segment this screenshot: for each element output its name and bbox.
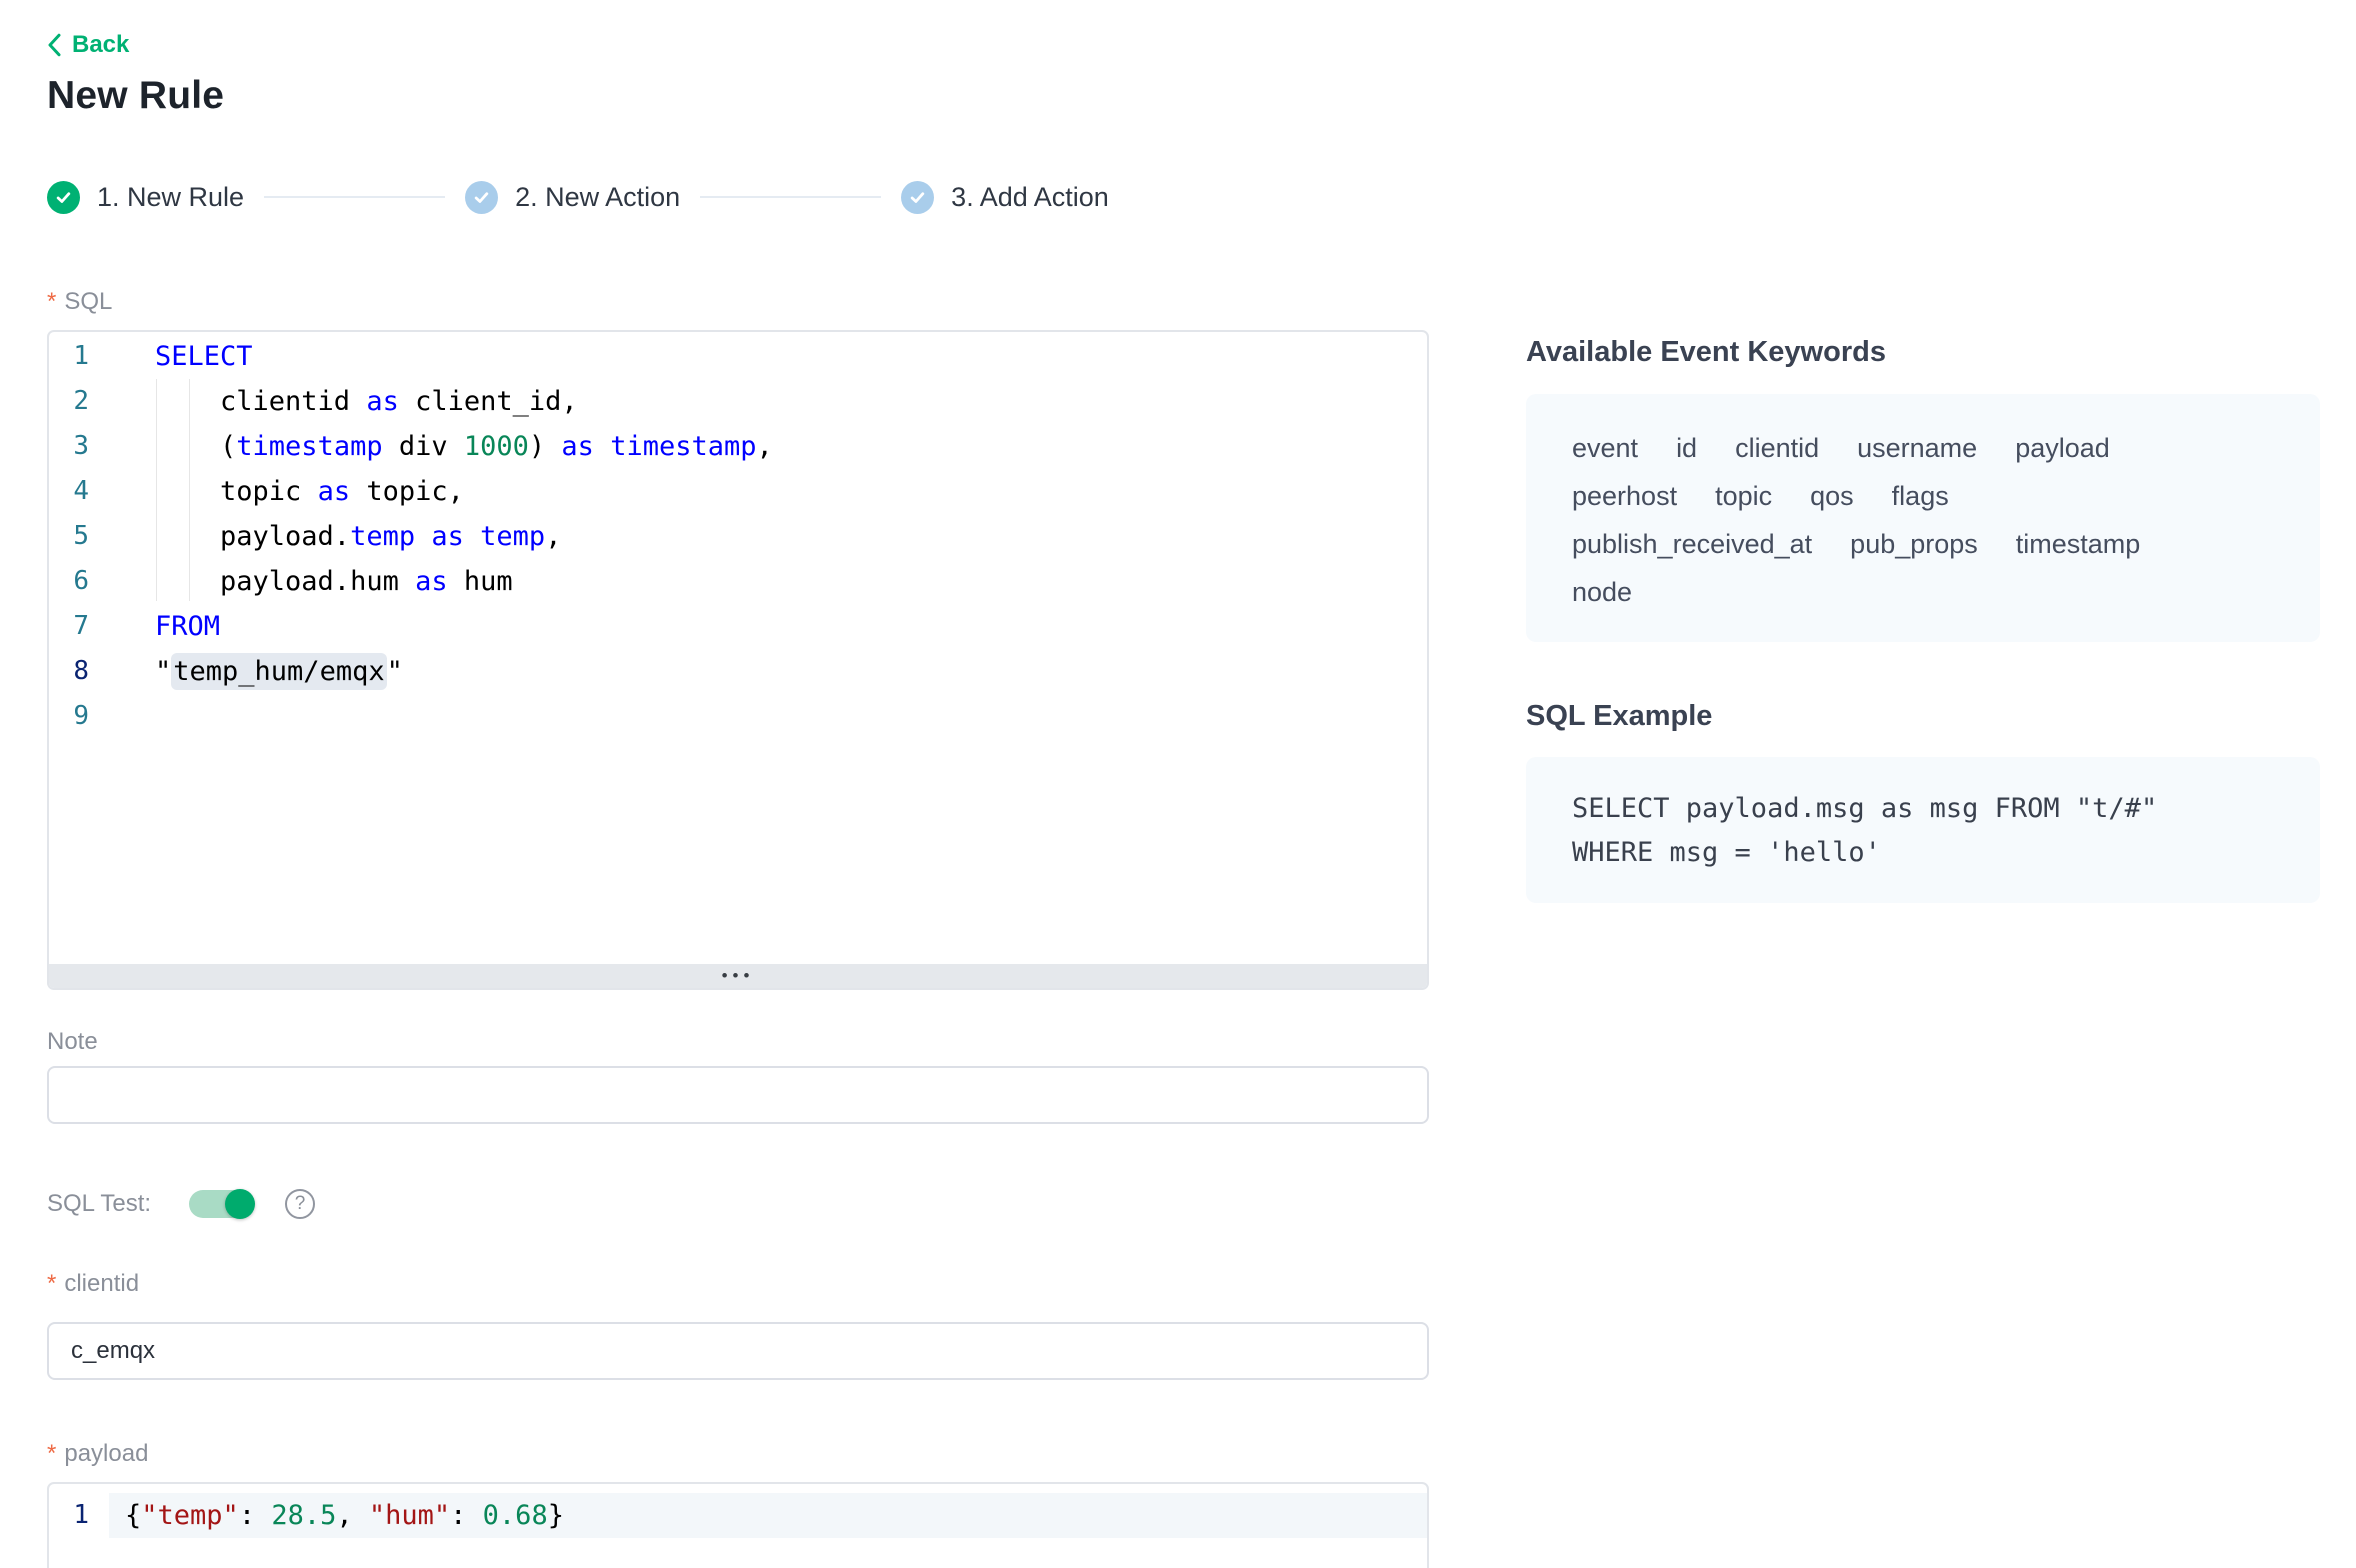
code-line: 1{"temp": 28.5, "hum": 0.68} xyxy=(49,1493,1427,1538)
sql-test-row: SQL Test: ? xyxy=(47,1188,315,1220)
step-label: 2. New Action xyxy=(515,182,680,213)
keywords-panel: eventid clientid username payload peerhost to… xyxy=(1526,394,2320,642)
help-icon[interactable]: ? xyxy=(285,1189,315,1219)
sql-editor-resize-bar[interactable]: ••• xyxy=(49,964,1427,988)
keyword-item[interactable]: node xyxy=(1572,568,1632,616)
keyword-row: node xyxy=(1572,568,2274,616)
line-number: 3 xyxy=(49,424,109,469)
keyword-row: publish_received_at pub_props timestamp xyxy=(1572,520,2274,568)
keyword-item[interactable]: qos xyxy=(1810,472,1854,520)
payload-code-lines: 1{"temp": 28.5, "hum": 0.68} xyxy=(49,1484,1427,1538)
clientid-input[interactable] xyxy=(47,1322,1429,1380)
stepper-step[interactable]: 1. New Rule xyxy=(47,181,244,214)
required-asterisk: * xyxy=(47,1270,56,1297)
code-line: 8"temp_hum/emqx" xyxy=(49,649,1427,694)
step-connector xyxy=(700,196,881,198)
sql-field-label: *SQL xyxy=(47,288,112,316)
sql-example-title: SQL Example xyxy=(1526,700,1712,733)
keyword-item[interactable]: topic xyxy=(1715,472,1772,520)
line-number: 1 xyxy=(49,334,109,379)
required-asterisk: * xyxy=(47,288,56,315)
code-line: 4 topic as topic, xyxy=(49,469,1427,514)
line-number: 2 xyxy=(49,379,109,424)
line-number: 8 xyxy=(49,649,109,694)
keyword-item[interactable]: clientid xyxy=(1735,424,1819,472)
sql-code-editor[interactable]: 1SELECT2 clientid as client_id,3 (timest… xyxy=(47,330,1429,990)
step-connector xyxy=(264,196,445,198)
note-input[interactable] xyxy=(47,1066,1429,1124)
code-line: 5 payload.temp as temp, xyxy=(49,514,1427,559)
back-link[interactable]: Back xyxy=(47,31,129,59)
line-number: 1 xyxy=(49,1493,109,1538)
stepper-step[interactable]: 2. New Action xyxy=(465,181,680,214)
code-line: 6 payload.hum as hum xyxy=(49,559,1427,604)
keyword-item[interactable]: pub_props xyxy=(1850,520,1978,568)
indent-guide xyxy=(156,379,157,601)
code-line: 7FROM xyxy=(49,604,1427,649)
example-code-line: WHERE msg = 'hello' xyxy=(1572,831,2274,875)
line-number: 4 xyxy=(49,469,109,514)
sql-code-lines: 1SELECT2 clientid as client_id,3 (timest… xyxy=(49,332,1427,739)
line-number: 7 xyxy=(49,604,109,649)
keyword-item[interactable]: timestamp xyxy=(2016,520,2141,568)
keyword-row: peerhost topic qos flags xyxy=(1572,472,2274,520)
code-line: 3 (timestamp div 1000) as timestamp, xyxy=(49,424,1427,469)
payload-field-label: *payload xyxy=(47,1440,148,1468)
chevron-left-icon xyxy=(47,32,62,58)
toggle-knob xyxy=(225,1189,255,1219)
keyword-item[interactable]: flags xyxy=(1892,472,1949,520)
page-title: New Rule xyxy=(47,74,224,118)
clientid-field-label: *clientid xyxy=(47,1270,139,1298)
keyword-item[interactable]: id xyxy=(1676,424,1697,472)
line-number: 6 xyxy=(49,559,109,604)
code-line: 9 xyxy=(49,694,1427,739)
keyword-item[interactable]: payload xyxy=(2015,424,2110,472)
back-label: Back xyxy=(72,31,129,59)
sql-test-toggle[interactable] xyxy=(189,1190,253,1218)
note-field-label: Note xyxy=(47,1028,98,1056)
example-code-line: SELECT payload.msg as msg FROM "t/#" xyxy=(1572,787,2274,831)
step-label: 1. New Rule xyxy=(97,182,244,213)
step-label: 3. Add Action xyxy=(951,182,1109,213)
new-rule-page: Back New Rule 1. New Rule 2. New Action xyxy=(0,0,2356,1568)
keyword-item[interactable]: username xyxy=(1857,424,1977,472)
line-number: 5 xyxy=(49,514,109,559)
sql-example-panel: SELECT payload.msg as msg FROM "t/#"WHER… xyxy=(1526,757,2320,903)
indent-guide xyxy=(189,379,190,601)
payload-code-editor[interactable]: 1{"temp": 28.5, "hum": 0.68} xyxy=(47,1482,1429,1568)
stepper: 1. New Rule 2. New Action 3. Add Action xyxy=(47,180,1109,214)
keyword-item[interactable]: peerhost xyxy=(1572,472,1677,520)
stepper-step[interactable]: 3. Add Action xyxy=(901,181,1109,214)
more-handle-icon: ••• xyxy=(722,964,755,988)
step-check-icon xyxy=(47,181,80,214)
step-check-icon xyxy=(901,181,934,214)
keyword-row: eventid clientid username payload xyxy=(1572,424,2274,472)
keyword-item[interactable]: event xyxy=(1572,424,1638,472)
keywords-panel-title: Available Event Keywords xyxy=(1526,336,1886,369)
code-line: 2 clientid as client_id, xyxy=(49,379,1427,424)
required-asterisk: * xyxy=(47,1440,56,1467)
step-check-icon xyxy=(465,181,498,214)
sql-test-label: SQL Test: xyxy=(47,1190,151,1218)
line-number: 9 xyxy=(49,694,109,739)
code-line: 1SELECT xyxy=(49,334,1427,379)
keyword-item[interactable]: publish_received_at xyxy=(1572,520,1812,568)
